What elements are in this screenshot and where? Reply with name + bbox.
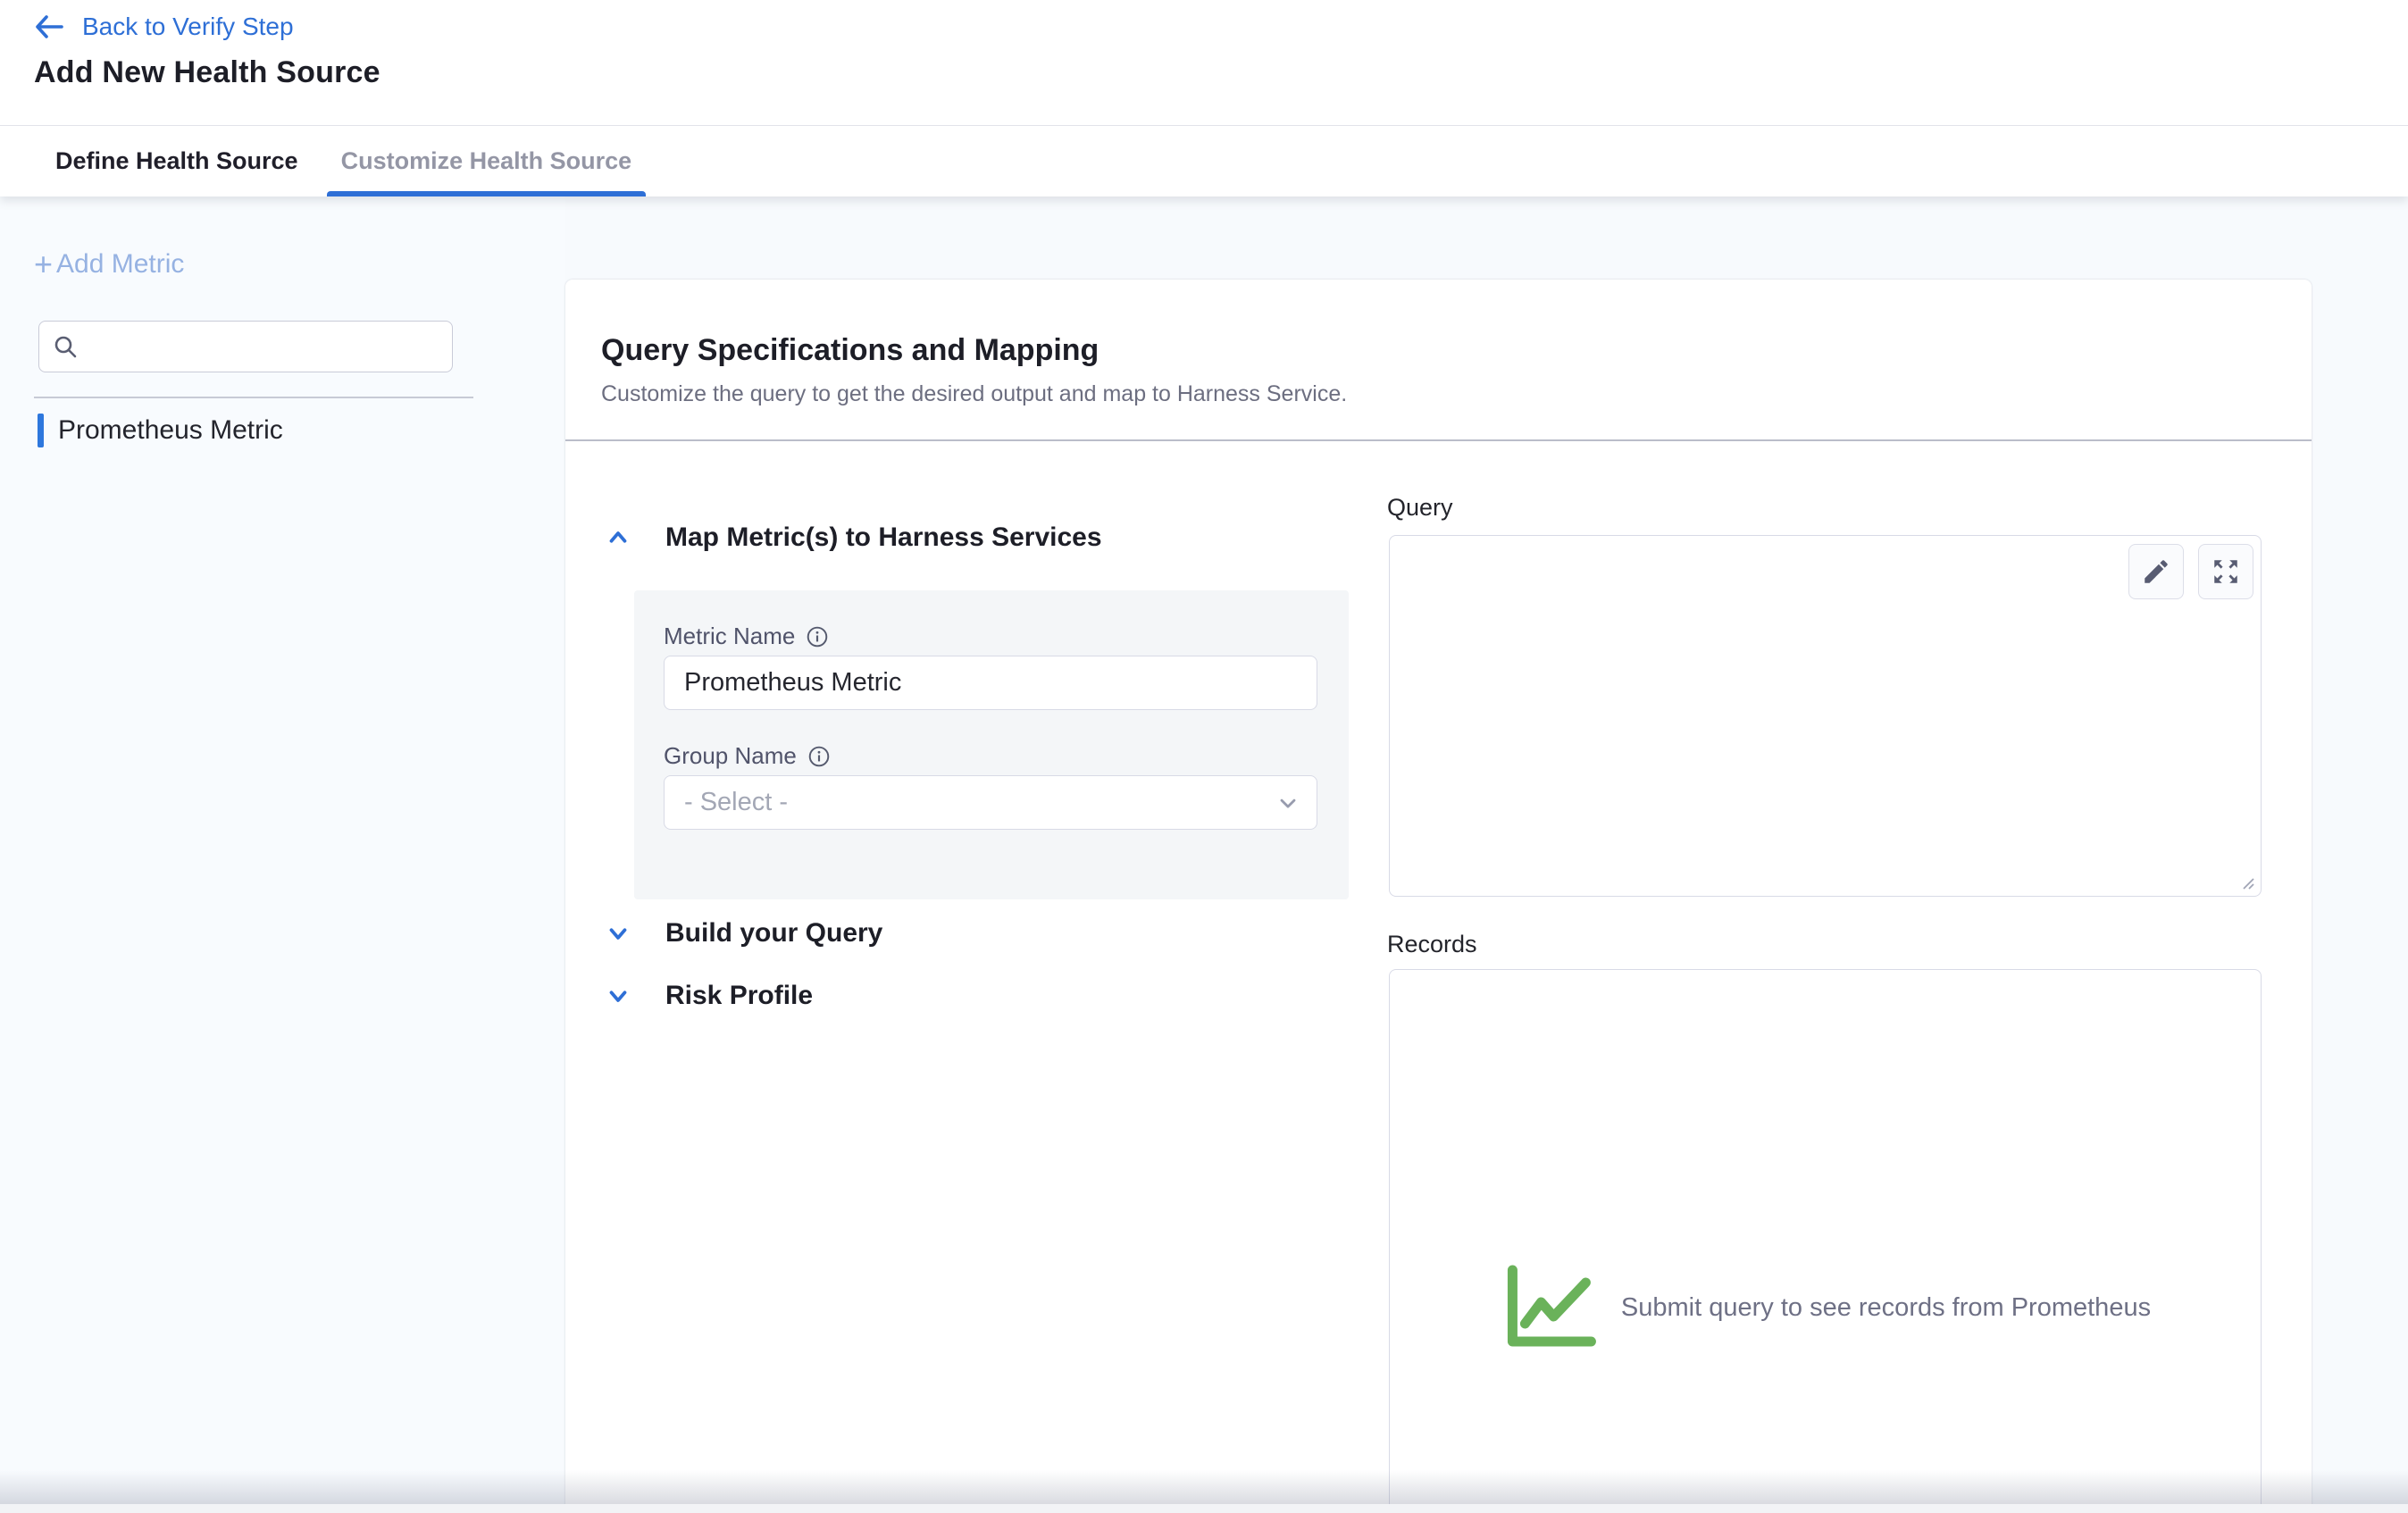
metric-name-label-row: Metric Name [664, 623, 829, 650]
map-metrics-form-panel: Metric Name Group Name [634, 590, 1349, 899]
resize-handle-icon[interactable] [2238, 874, 2256, 891]
tab-define-health-source[interactable]: Define Health Source [41, 126, 313, 196]
arrow-left-icon [34, 13, 64, 40]
metric-search-box [38, 321, 453, 372]
query-toolbar [2128, 544, 2253, 599]
section-map-metrics-toggle[interactable]: Map Metric(s) to Harness Services [605, 522, 1102, 553]
group-name-label-row: Group Name [664, 742, 831, 770]
info-icon[interactable] [807, 745, 831, 768]
metric-list-item-prometheus[interactable]: Prometheus Metric [38, 413, 283, 448]
card-divider [565, 439, 2312, 441]
page-header: Back to Verify Step Add New Health Sourc… [0, 0, 2408, 125]
metric-name-label: Metric Name [664, 623, 795, 650]
fullscreen-arrows-icon [2211, 556, 2241, 587]
add-metric-label: Add Metric [56, 249, 184, 280]
group-name-label: Group Name [664, 742, 797, 770]
group-name-placeholder: - Select - [684, 788, 788, 817]
add-health-source-page: Back to Verify Step Add New Health Sourc… [0, 0, 2408, 1513]
section-risk-profile-title: Risk Profile [665, 981, 813, 1011]
page-title: Add New Health Source [34, 55, 380, 90]
health-source-tabbar: Define Health Source Customize Health So… [0, 125, 2408, 196]
metric-name-input[interactable] [664, 656, 1317, 710]
line-chart-icon [1500, 1265, 1600, 1350]
search-icon [52, 333, 79, 360]
records-empty-message: Submit query to see records from Prometh… [1621, 1293, 2151, 1323]
section-risk-profile-toggle[interactable]: Risk Profile [605, 981, 813, 1011]
content-area: + Add Metric Prometheus Metric Query Spe… [0, 196, 2408, 1513]
query-specifications-card: Query Specifications and Mapping Customi… [565, 280, 2312, 1513]
records-empty-state: Submit query to see records from Prometh… [1500, 1265, 2151, 1350]
metric-search-input[interactable] [88, 322, 452, 372]
back-to-verify-step-link[interactable]: Back to Verify Step [34, 13, 294, 41]
bottom-footer-edge [0, 1504, 2408, 1513]
group-name-select[interactable]: - Select - [664, 775, 1317, 830]
query-label: Query [1387, 494, 1453, 522]
section-build-query-toggle[interactable]: Build your Query [605, 918, 882, 949]
add-metric-button[interactable]: + Add Metric [34, 248, 184, 280]
pencil-icon [2141, 556, 2171, 587]
edit-query-button[interactable] [2128, 544, 2184, 599]
metric-item-label: Prometheus Metric [58, 415, 283, 446]
card-title: Query Specifications and Mapping [601, 333, 1099, 368]
chevron-down-icon [605, 982, 631, 1009]
selected-indicator-bar [38, 414, 44, 447]
section-map-metrics-title: Map Metric(s) to Harness Services [665, 522, 1102, 553]
expand-query-button[interactable] [2198, 544, 2253, 599]
metrics-sidebar: + Add Metric Prometheus Metric [0, 196, 565, 1513]
records-container: Submit query to see records from Prometh… [1389, 969, 2262, 1513]
chevron-down-icon [1275, 790, 1300, 815]
chevron-down-icon [605, 920, 631, 947]
info-icon[interactable] [806, 625, 829, 648]
back-link-label: Back to Verify Step [82, 13, 294, 41]
records-label: Records [1387, 931, 1477, 958]
sidebar-divider [34, 397, 473, 398]
query-textarea-container [1389, 535, 2262, 897]
tab-customize-health-source[interactable]: Customize Health Source [327, 126, 647, 196]
plus-icon: + [34, 248, 53, 280]
chevron-up-icon [605, 524, 631, 551]
card-subtitle: Customize the query to get the desired o… [601, 381, 1347, 407]
section-build-query-title: Build your Query [665, 918, 882, 949]
